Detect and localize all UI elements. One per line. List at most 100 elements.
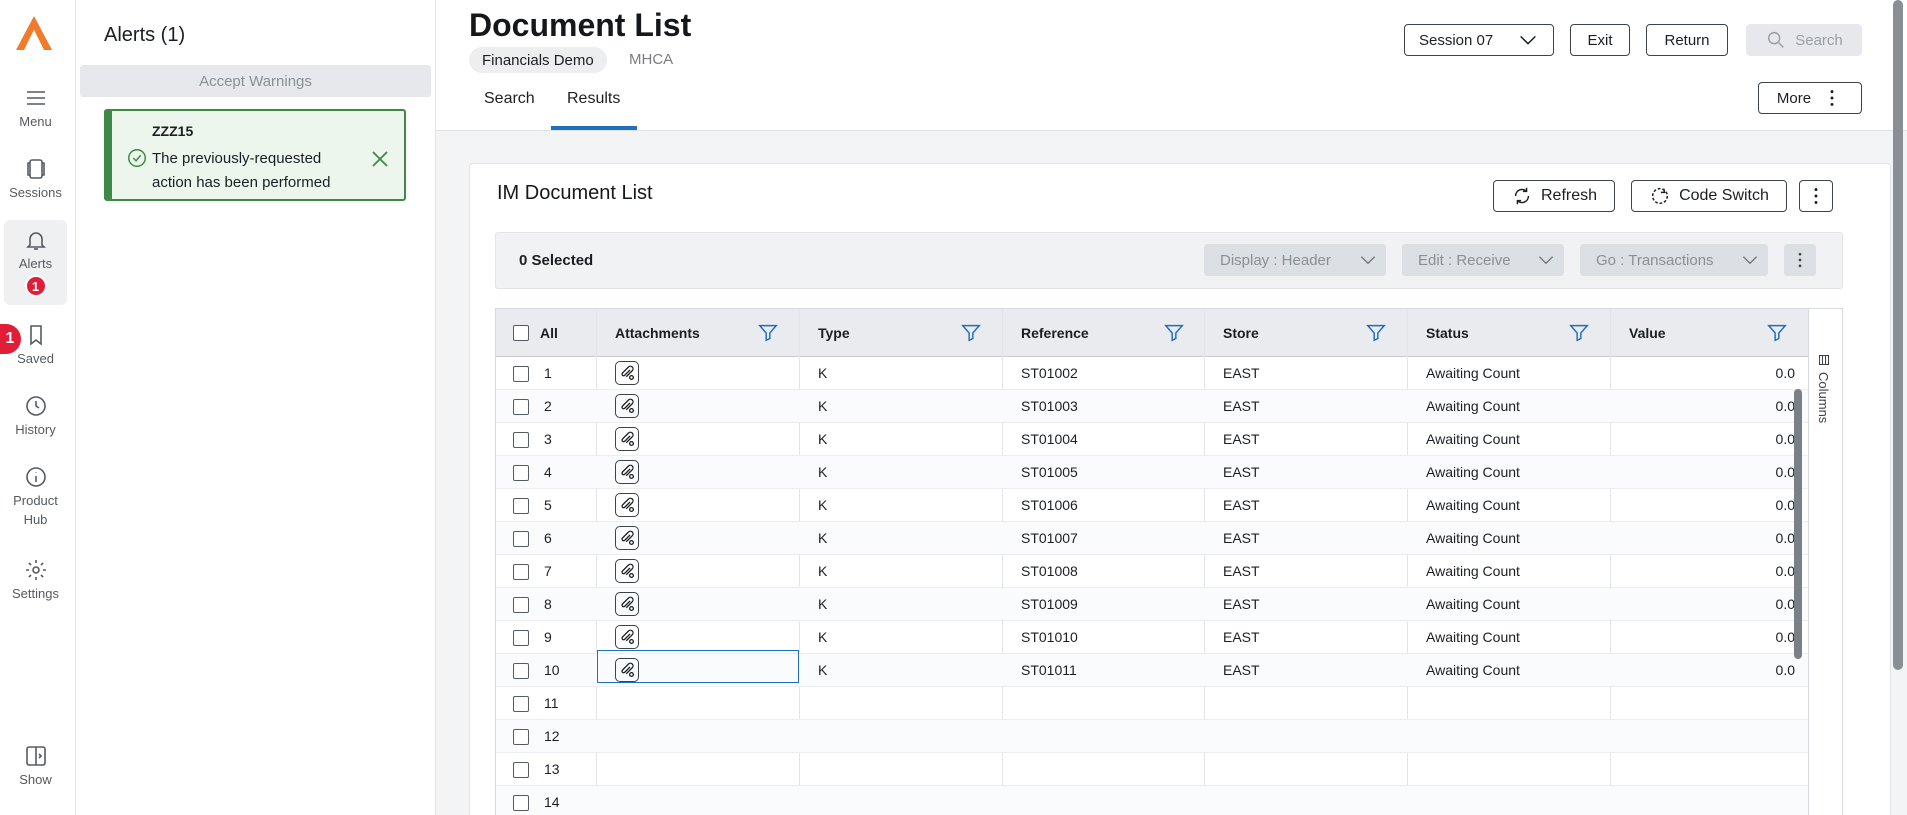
rail-menu[interactable]: Menu — [4, 78, 67, 129]
table-row[interactable]: 6 K ST01007 EAST Awaiting Count 0.0 — [496, 522, 1842, 555]
attachment-icon[interactable] — [615, 559, 639, 583]
accept-warnings-button[interactable]: Accept Warnings — [80, 65, 431, 97]
rail-saved[interactable]: Saved — [4, 315, 67, 366]
filter-icon[interactable] — [1365, 322, 1387, 344]
row-checkbox[interactable] — [513, 762, 529, 778]
attachment-icon[interactable] — [615, 625, 639, 649]
value-cell — [1611, 720, 1795, 752]
page-scrollbar[interactable] — [1893, 0, 1903, 670]
table-row[interactable]: 1 K ST01002 EAST Awaiting Count 0.0 — [496, 357, 1842, 390]
tab-search[interactable]: Search — [484, 90, 535, 108]
toolbar-menu-button[interactable] — [1784, 244, 1816, 276]
attachment-icon[interactable] — [615, 592, 639, 616]
row-checkbox[interactable] — [513, 729, 529, 745]
refresh-button[interactable]: Refresh — [1493, 180, 1615, 212]
clock-icon — [25, 396, 46, 416]
filter-icon[interactable] — [1568, 322, 1590, 344]
row-checkbox[interactable] — [513, 696, 529, 712]
attachment-cell[interactable] — [615, 522, 639, 554]
row-checkbox[interactable] — [513, 366, 529, 382]
col-header-attachments[interactable]: Attachments — [597, 309, 799, 357]
rail-show[interactable]: Show — [4, 736, 67, 787]
close-icon[interactable] — [368, 147, 392, 171]
row-checkbox[interactable] — [513, 465, 529, 481]
attachment-cell[interactable] — [615, 588, 639, 620]
filter-icon[interactable] — [960, 322, 982, 344]
table-row[interactable]: 11 — [496, 687, 1842, 720]
value-cell: 0.0 — [1775, 629, 1795, 645]
row-checkbox[interactable] — [513, 597, 529, 613]
col-label-type: Type — [818, 325, 850, 341]
grid-scrollbar[interactable] — [1794, 389, 1802, 659]
filter-icon[interactable] — [1766, 322, 1788, 344]
chevron-down-icon — [1520, 35, 1536, 45]
attachment-cell[interactable] — [615, 555, 639, 587]
row-checkbox[interactable] — [513, 399, 529, 415]
filter-icon[interactable] — [1163, 322, 1185, 344]
table-row[interactable]: 3 K ST01004 EAST Awaiting Count 0.0 — [496, 423, 1842, 456]
attachment-icon[interactable] — [615, 361, 639, 385]
reference-cell: ST01002 — [1021, 365, 1078, 381]
attachment-cell[interactable] — [615, 357, 639, 389]
table-row[interactable]: 13 — [496, 753, 1842, 786]
table-row[interactable]: 8 K ST01009 EAST Awaiting Count 0.0 — [496, 588, 1842, 621]
attachment-cell[interactable] — [615, 423, 639, 455]
col-header-reference[interactable]: Reference — [1003, 309, 1205, 357]
rail-history[interactable]: History — [4, 386, 67, 437]
session-dropdown[interactable]: Session 07 — [1404, 24, 1554, 56]
attachment-cell[interactable] — [615, 390, 639, 422]
rail-product-hub[interactable]: Product Hub — [4, 457, 67, 527]
select-all-header[interactable]: All — [496, 309, 596, 357]
card-menu-button[interactable] — [1799, 180, 1833, 212]
row-number: 1 — [544, 365, 552, 381]
rail-settings[interactable]: Settings — [4, 550, 67, 601]
select-all-checkbox[interactable] — [513, 325, 529, 341]
row-number: 13 — [544, 761, 560, 777]
kebab-icon — [1830, 90, 1834, 106]
row-checkbox[interactable] — [513, 432, 529, 448]
table-row[interactable]: 5 K ST01006 EAST Awaiting Count 0.0 — [496, 489, 1842, 522]
reference-cell: ST01008 — [1021, 563, 1078, 579]
row-checkbox[interactable] — [513, 564, 529, 580]
table-row[interactable]: 12 — [496, 720, 1842, 753]
columns-panel-toggle[interactable]: Columns — [1808, 309, 1842, 815]
row-checkbox[interactable] — [513, 498, 529, 514]
col-header-status[interactable]: Status — [1408, 309, 1610, 357]
table-row[interactable]: 7 K ST01008 EAST Awaiting Count 0.0 — [496, 555, 1842, 588]
reference-cell: ST01004 — [1021, 431, 1078, 447]
rail-sessions[interactable]: Sessions — [4, 149, 67, 200]
table-row[interactable]: 2 K ST01003 EAST Awaiting Count 0.0 — [496, 390, 1842, 423]
row-checkbox[interactable] — [513, 630, 529, 646]
filter-icon[interactable] — [757, 322, 779, 344]
col-header-type[interactable]: Type — [800, 309, 1002, 357]
row-checkbox[interactable] — [513, 795, 529, 811]
attachment-cell[interactable] — [615, 456, 639, 488]
attachment-icon[interactable] — [615, 460, 639, 484]
table-row[interactable]: 14 — [496, 786, 1842, 815]
rail-alerts[interactable]: Alerts 1 — [4, 220, 67, 305]
status-cell: Awaiting Count — [1426, 563, 1520, 579]
col-header-store[interactable]: Store — [1205, 309, 1407, 357]
col-header-value[interactable]: Value — [1611, 309, 1808, 357]
columns-toggle[interactable]: Columns — [1816, 354, 1831, 423]
return-button[interactable]: Return — [1646, 24, 1728, 56]
row-number: 10 — [544, 662, 560, 678]
value-cell: 0.0 — [1775, 464, 1795, 480]
more-button[interactable]: More — [1758, 82, 1862, 114]
attachment-icon[interactable] — [615, 493, 639, 517]
exit-button[interactable]: Exit — [1570, 24, 1630, 56]
code-switch-button[interactable]: Code Switch — [1631, 180, 1787, 212]
edit-dropdown: Edit : Receive — [1402, 244, 1564, 276]
row-checkbox[interactable] — [513, 531, 529, 547]
attachment-icon[interactable] — [615, 394, 639, 418]
table-row[interactable]: 4 K ST01005 EAST Awaiting Count 0.0 — [496, 456, 1842, 489]
attachment-icon[interactable] — [615, 427, 639, 451]
rail-history-label: History — [15, 422, 56, 437]
store-cell: EAST — [1223, 497, 1260, 513]
attachment-icon[interactable] — [615, 526, 639, 550]
tab-results[interactable]: Results — [567, 90, 620, 108]
value-cell: 0.0 — [1775, 563, 1795, 579]
row-checkbox[interactable] — [513, 663, 529, 679]
attachment-cell[interactable] — [615, 489, 639, 521]
attachment-cell[interactable] — [615, 621, 639, 653]
